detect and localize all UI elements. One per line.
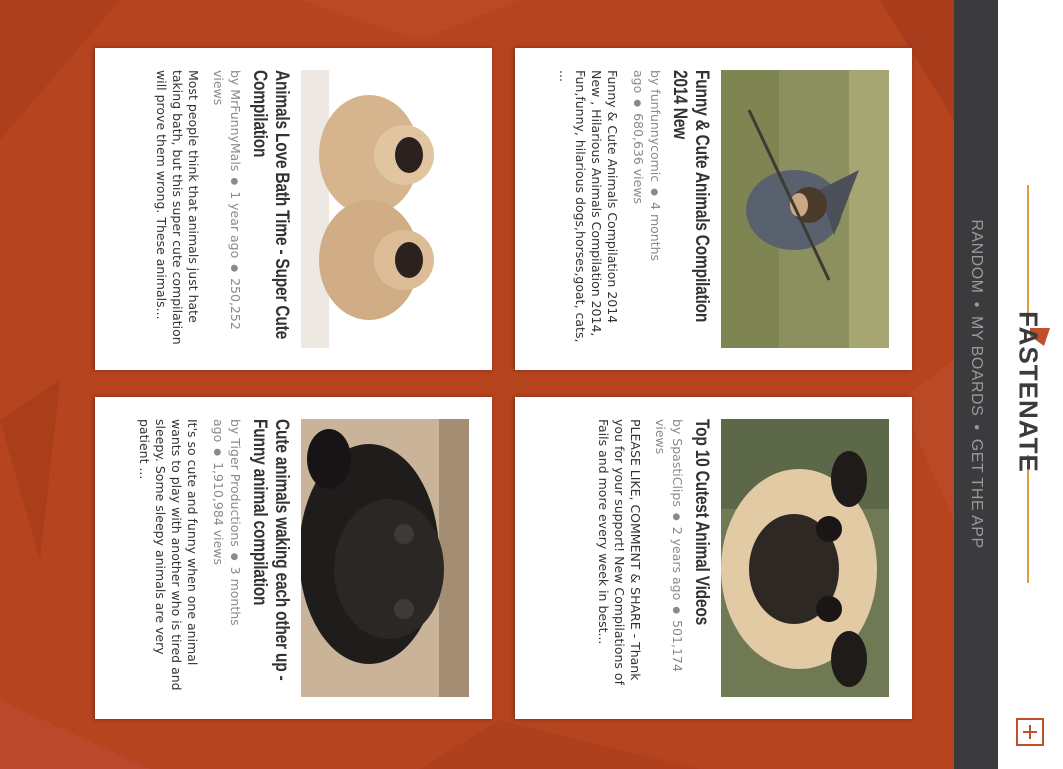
video-card-body[interactable]: Top 10 Cutest Animal Videos by SpastiCli… — [515, 397, 912, 719]
brand-divider-line — [1027, 455, 1029, 583]
plus-icon — [1023, 725, 1037, 739]
video-card: Cute animals waking each other up - Funn… — [95, 397, 492, 719]
video-author[interactable]: by SpastiClips — [670, 419, 685, 507]
brand-divider-line — [1027, 185, 1029, 313]
video-card: Animals Love Bath Time - Super Cute Comp… — [95, 48, 492, 370]
video-age: 2 years ago — [670, 526, 685, 601]
video-meta: by MrFunnyMals●1 year ago●250,252 views — [210, 70, 243, 348]
nav-my-boards[interactable]: MY BOARDS — [968, 316, 985, 416]
pug-in-wizard-costume-thumbnail — [721, 70, 889, 348]
nav-get-the-app[interactable]: GET THE APP — [968, 439, 985, 549]
meta-separator-dot: ● — [632, 99, 642, 108]
brand-logo[interactable]: FASTENATE — [1013, 311, 1044, 473]
video-age: 1 year ago — [228, 191, 243, 259]
video-title[interactable]: Animals Love Bath Time - Super Cute Comp… — [248, 70, 292, 349]
video-author[interactable]: by MrFunnyMals — [228, 70, 243, 171]
video-description: It's so cute and funny when one animal w… — [137, 419, 200, 691]
video-description: PLEASE LIKE, COMMENT & SHARE - Thank you… — [596, 419, 643, 685]
video-description: Funny & Cute Animals Compilation 2014 Ne… — [557, 70, 620, 343]
nav-random[interactable]: RANDOM — [968, 219, 985, 293]
two-pug-puppies-thumbnail — [301, 70, 469, 348]
meta-separator-dot: ● — [212, 448, 222, 457]
video-author[interactable]: by funfunnycomic — [648, 70, 663, 182]
video-card-body[interactable]: Funny & Cute Animals Compilation 2014 Ne… — [515, 48, 912, 370]
video-thumbnail[interactable] — [721, 419, 889, 697]
meta-separator-dot: ● — [649, 188, 659, 197]
add-button[interactable] — [1016, 718, 1044, 746]
video-author[interactable]: by Tiger Productions — [228, 419, 243, 547]
meta-separator-dot: ● — [671, 606, 681, 615]
video-card-body[interactable]: Animals Love Bath Time - Super Cute Comp… — [95, 48, 492, 370]
top-nav: RANDOM ● MY BOARDS ● GET THE APP — [967, 144, 985, 624]
video-card-body[interactable]: Cute animals waking each other up - Funn… — [95, 397, 492, 719]
video-thumbnail[interactable] — [301, 70, 469, 348]
nav-separator-dot: ● — [971, 301, 982, 309]
nav-separator-dot: ● — [971, 424, 982, 431]
video-card: Funny & Cute Animals Compilation 2014 Ne… — [515, 48, 912, 370]
video-meta: by Tiger Productions●3 months ago●1,910,… — [209, 419, 243, 697]
video-thumbnail[interactable] — [301, 419, 469, 697]
video-title[interactable]: Top 10 Cutest Animal Videos — [690, 419, 712, 698]
video-description: Most people think that animals just hate… — [154, 70, 201, 345]
meta-separator-dot: ● — [229, 552, 239, 561]
video-title[interactable]: Funny & Cute Animals Compilation 2014 Ne… — [668, 70, 712, 349]
meta-separator-dot: ● — [671, 512, 681, 521]
pug-face-thumbnail — [721, 419, 889, 697]
video-title[interactable]: Cute animals waking each other up - Funn… — [248, 419, 292, 698]
video-views: 1,910,984 views — [211, 462, 226, 565]
video-card: Top 10 Cutest Animal Videos by SpastiCli… — [515, 397, 912, 719]
video-views: 680,636 views — [631, 113, 646, 205]
video-meta: by funfunnycomic●4 months ago●680,636 vi… — [629, 70, 663, 348]
black-pug-puppy-thumbnail — [301, 419, 469, 697]
video-meta: by SpastiClips●2 years ago●501,174 views — [652, 419, 685, 697]
video-thumbnail[interactable] — [721, 70, 889, 348]
meta-separator-dot: ● — [229, 264, 239, 273]
meta-separator-dot: ● — [229, 177, 239, 186]
